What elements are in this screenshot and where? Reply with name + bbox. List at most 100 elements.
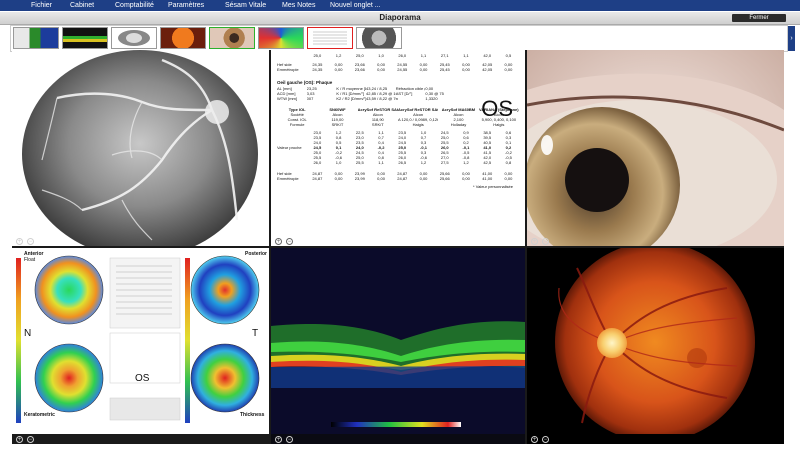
cell: Haigis: [412, 122, 424, 127]
zoom-in-icon[interactable]: +: [275, 237, 282, 245]
fundus-photo-image: [555, 248, 755, 442]
zoom-in-icon[interactable]: +: [275, 435, 282, 443]
cell: Formule: [289, 122, 305, 127]
row-label: [277, 160, 307, 165]
zoom-out-icon[interactable]: −: [542, 237, 549, 245]
thumb-eye-photo[interactable]: [209, 27, 255, 49]
topo-thickness-label: Thickness: [240, 412, 265, 418]
panel-oct-zoom: + −: [271, 434, 525, 444]
cell: 25,5: [355, 160, 364, 165]
cell: 1,1: [420, 53, 427, 58]
zoom-in-icon[interactable]: +: [531, 237, 538, 245]
menu-cabinet[interactable]: Cabinet: [70, 0, 94, 11]
topo-posterior-label: Posterior: [245, 251, 267, 257]
cell: 1,0: [378, 53, 384, 58]
zoom-in-icon[interactable]: +: [16, 435, 23, 443]
thumb-oct-scan[interactable]: [62, 27, 108, 49]
window-titlebar: Diaporama: [0, 12, 800, 25]
cell: 0,8: [505, 160, 512, 165]
panel-angiography[interactable]: + −: [12, 50, 269, 246]
panel-biometry-report[interactable]: 25,0 1,2 25,0 1,0 26,0 1,1 27,1 1,1 42,0 0,5 Hef s…: [271, 50, 525, 246]
cell: 25,66: [439, 176, 450, 181]
menu-bar: Fichier Cabinet Comptabilité Paramètres …: [0, 0, 800, 11]
eye-photo-image: [527, 50, 784, 246]
biometry-footnote: * Valeur personnalisée: [473, 184, 513, 189]
thumb-topography[interactable]: [13, 27, 59, 49]
menu-mes-notes[interactable]: Mes Notes: [282, 0, 315, 11]
close-button[interactable]: Fermer: [732, 14, 786, 22]
panel-fundus-photo[interactable]: + −: [527, 248, 784, 444]
thumbstrip-scroll-right-button[interactable]: ›: [788, 26, 795, 51]
topo-float-label: Float: [24, 257, 36, 263]
cell: 1,1: [463, 53, 469, 58]
iol-power-row: 26,0 1,0 25,5 1,1 26,5 1,2 27,5 1,2 42,5 0,8: [277, 160, 519, 165]
thumb-colormap[interactable]: [258, 27, 304, 49]
biometry-param-row: WTW [mm] 007 K2 / R2 [D/mm/°] 43,59 / 8,22 …: [277, 96, 455, 101]
thumbnail-strip: ›: [10, 25, 795, 52]
zoom-out-icon[interactable]: −: [542, 435, 549, 443]
panel-eye-photo[interactable]: + −: [527, 50, 784, 246]
cell: WTW [mm]: [277, 96, 297, 101]
cell: SRK/T: [331, 122, 344, 127]
panel-topography[interactable]: Anterior Float Posterior N T OS Keratome…: [12, 248, 269, 444]
cell: 41,00: [482, 176, 493, 181]
cell: 24,87: [312, 176, 323, 181]
cell: 42,5: [483, 160, 492, 165]
menu-parametres[interactable]: Paramètres: [168, 0, 204, 11]
thumb-document[interactable]: [307, 27, 353, 49]
zoom-in-icon[interactable]: +: [531, 435, 538, 443]
cell: Haigis: [493, 122, 505, 127]
cell: 1,2: [463, 160, 469, 165]
cell: 25,0: [355, 53, 364, 58]
zoom-out-icon[interactable]: −: [286, 435, 293, 443]
thumb-retinal-map[interactable]: [111, 27, 157, 49]
cell: 24,55: [397, 67, 408, 72]
zoom-out-icon[interactable]: −: [286, 237, 293, 245]
panel-topography-zoom: + −: [12, 434, 269, 444]
thumb-fundus-photo[interactable]: [160, 27, 206, 49]
menu-fichier[interactable]: Fichier: [31, 0, 52, 11]
zoom-out-icon[interactable]: −: [27, 435, 34, 443]
panel-oct-scan[interactable]: + −: [271, 248, 525, 444]
topo-temporal-label: T: [252, 328, 259, 339]
biometry-summary-row: Emmétropie 24,35 0,00 23,66 0,00 24,55 0,00 25,…: [277, 67, 519, 72]
cell: 26,5: [398, 160, 407, 165]
topo-nasal-label: N: [24, 328, 32, 339]
oct-scan-image: [271, 248, 525, 434]
cell: 27,5: [440, 160, 449, 165]
cell: 43,59 / 8,22 @ 70: [366, 96, 396, 101]
menu-comptabilite[interactable]: Comptabilité: [115, 0, 154, 11]
cell: 1,0: [335, 160, 342, 165]
biometry-footer-row: Emmétropie 24,87 0,00 23,99 0,00 24,87 0,00 25,…: [277, 176, 519, 181]
panel-fundus-zoom: + −: [527, 434, 784, 444]
cell: 26,0: [313, 160, 322, 165]
cell: 0,00: [504, 67, 513, 72]
cell: 23,99: [354, 176, 365, 181]
topo-keratometric-label: Keratometric: [24, 412, 55, 418]
zoom-in-icon[interactable]: +: [16, 237, 23, 245]
topo-eye-label: OS: [135, 373, 150, 384]
row-label: Emmétropie: [277, 176, 299, 181]
cell: 0,00: [334, 67, 343, 72]
iol-row: Formule SRK/T SRK/T Haigis Holladay Haigis: [277, 122, 519, 127]
menu-sesam-vitale[interactable]: Sésam Vitale: [225, 0, 266, 11]
cell: 0,00: [377, 67, 385, 72]
image-grid: + − 25,0 1,2 25,0 1,0 26,0 1,1 27,1 1,1 42,0 0,5 H…: [12, 50, 784, 444]
cell: 1,2: [420, 160, 427, 165]
cell: 23,66: [354, 67, 365, 72]
cell: n: [395, 96, 398, 101]
menu-nouvel-onglet[interactable]: Nouvel onglet ...: [330, 0, 381, 11]
panel-eye-photo-zoom: + −: [527, 236, 784, 246]
cell: K2 / R2 [D/mm/°]: [336, 96, 367, 101]
cell: 26,0: [398, 53, 407, 58]
cell: SRK/T: [371, 122, 384, 127]
zoom-out-icon[interactable]: −: [27, 237, 34, 245]
angiography-image: [12, 50, 269, 246]
biometry-section-title: Oeil gauche (OS): Phaque: [277, 80, 333, 85]
cell: 007: [306, 96, 314, 101]
cell: 25,45: [439, 67, 450, 72]
cell: 24,87: [397, 176, 408, 181]
cell: 1,1: [378, 160, 384, 165]
thumb-angiography[interactable]: [356, 27, 402, 49]
panel-biometry-zoom: + −: [271, 236, 525, 246]
